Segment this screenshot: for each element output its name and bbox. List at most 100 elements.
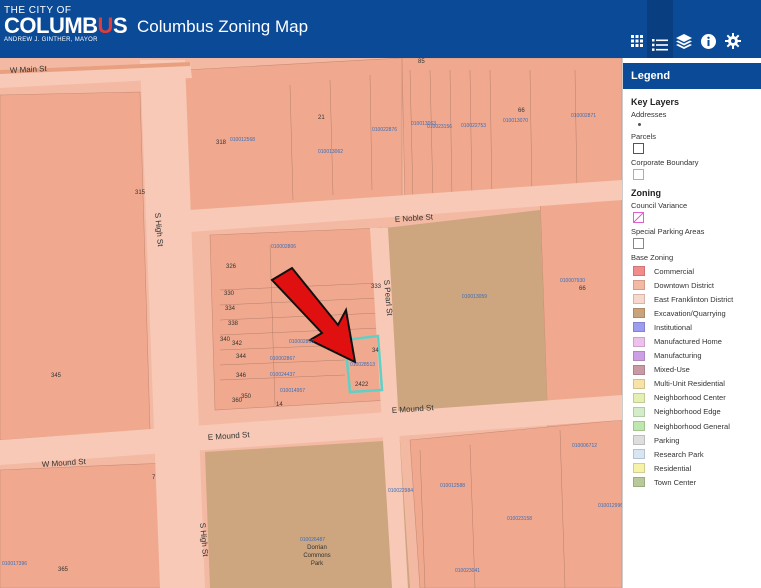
legend-swatch	[633, 477, 645, 488]
legend-item: Downtown District	[631, 278, 761, 292]
svg-text:010013062: 010013062	[318, 149, 343, 155]
map-canvas[interactable]: W Main St E Noble St S High St S Pearl S…	[0, 58, 622, 588]
legend-swatch	[633, 336, 645, 347]
svg-text:010023041: 010023041	[455, 568, 480, 574]
legend-item: Multi-Unit Residential	[631, 377, 761, 391]
svg-text:010002866: 010002866	[289, 339, 314, 345]
svg-text:350: 350	[241, 394, 252, 400]
svg-text:2422: 2422	[355, 382, 369, 388]
svg-text:85: 85	[418, 59, 425, 65]
legend-item: Neighborhood Center	[631, 391, 761, 405]
park-label-line-1: Dorrian	[307, 545, 327, 551]
legend-panel: Legend Key Layers Addresses Parcels Corp…	[622, 58, 761, 588]
legend-addresses-label: Addresses	[631, 110, 667, 119]
legend-council-variance-label: Council Variance	[631, 201, 688, 210]
svg-text:330: 330	[224, 291, 235, 297]
svg-text:010007930: 010007930	[560, 278, 585, 284]
svg-text:315: 315	[135, 190, 146, 196]
svg-text:010013059: 010013059	[462, 294, 487, 300]
svg-text:010026487: 010026487	[300, 537, 325, 543]
svg-text:010024437: 010024437	[270, 372, 295, 378]
legend-item-label: Residential	[654, 463, 692, 473]
svg-text:010017396: 010017396	[2, 561, 27, 567]
page-title: Columbus Zoning Map	[137, 17, 309, 36]
svg-text:21: 21	[318, 115, 325, 121]
legend-item: Research Park	[631, 447, 761, 461]
base-zoning-list: Commercial Downtown District East Franklin…	[631, 264, 761, 490]
svg-text:344: 344	[236, 354, 247, 360]
legend-swatch	[633, 406, 645, 417]
legend-item-label: Town Center	[654, 477, 697, 487]
svg-text:010023156: 010023156	[427, 124, 452, 130]
app-header: THE CITY OF COLUMBUS ANDREW J. GINTHER, …	[0, 0, 761, 58]
svg-text:34: 34	[372, 348, 379, 354]
legend-item: Residential	[631, 461, 761, 475]
legend-swatch	[633, 308, 645, 319]
svg-text:66: 66	[518, 108, 525, 114]
special-parking-icon	[633, 238, 644, 249]
svg-text:010012568: 010012568	[230, 137, 255, 143]
legend-item: Excavation/Quarrying	[631, 306, 761, 320]
legend-swatch	[633, 280, 645, 291]
legend-item: Parking	[631, 433, 761, 447]
svg-text:010014957: 010014957	[280, 388, 305, 394]
legend-item: Manufacturing	[631, 349, 761, 363]
legend-key-layers-heading: Key Layers	[631, 97, 680, 107]
legend-item-label: Institutional	[654, 322, 692, 332]
zoning-map[interactable]: W Main St E Noble St S High St S Pearl S…	[0, 58, 622, 588]
legend-swatch	[633, 350, 645, 361]
svg-text:66: 66	[579, 286, 586, 292]
svg-text:010022753: 010022753	[461, 123, 486, 129]
svg-text:340: 340	[220, 337, 231, 343]
layers-button[interactable]	[671, 27, 697, 55]
svg-text:326: 326	[226, 264, 237, 270]
legend-special-parking-label: Special Parking Areas	[631, 227, 705, 236]
legend-item-label: Manufacturing	[654, 351, 702, 361]
legend-list-icon	[652, 39, 668, 51]
zoning-area-excavation-south[interactable]	[205, 440, 410, 588]
legend-swatch	[633, 449, 645, 460]
parcel-symbol-icon	[633, 143, 644, 154]
legend-item-label: Neighborhood Edge	[654, 407, 721, 417]
logo-main-text: COLUMBUS	[4, 13, 128, 38]
legend-swatch	[633, 421, 645, 432]
legend-item: Town Center	[631, 475, 761, 489]
svg-text:338: 338	[228, 321, 239, 327]
layers-icon	[676, 33, 692, 49]
svg-text:010006712: 010006712	[572, 443, 597, 449]
legend-base-zoning-label: Base Zoning	[631, 253, 674, 262]
council-variance-icon	[633, 212, 644, 223]
settings-button[interactable]	[720, 27, 746, 55]
legend-parcels-label: Parcels	[631, 132, 657, 141]
legend-item-label: East Franklinton District	[654, 294, 734, 304]
svg-text:010002867: 010002867	[270, 356, 295, 362]
legend-item-label: Manufactured Home	[654, 337, 722, 347]
info-icon	[700, 33, 716, 49]
svg-text:345: 345	[51, 373, 62, 379]
legend-item-label: Multi-Unit Residential	[654, 379, 725, 389]
corporate-boundary-icon	[633, 169, 644, 180]
legend-title: Legend	[623, 63, 761, 89]
park-label-line-2: Commons	[303, 553, 330, 559]
svg-text:010012588: 010012588	[440, 483, 465, 489]
legend-item: Institutional	[631, 320, 761, 334]
svg-text:14: 14	[276, 402, 283, 408]
svg-text:334: 334	[225, 306, 236, 312]
svg-text:010023158: 010023158	[507, 516, 532, 522]
info-button[interactable]	[695, 27, 721, 55]
legend-swatch	[633, 435, 645, 446]
svg-text:318: 318	[216, 140, 227, 146]
svg-text:010013070: 010013070	[503, 118, 528, 124]
svg-text:010002806: 010002806	[271, 244, 296, 250]
city-logo[interactable]: THE CITY OF COLUMBUS ANDREW J. GINTHER, …	[4, 6, 128, 44]
legend-button[interactable]	[647, 0, 673, 58]
svg-text:365: 365	[58, 567, 69, 573]
zoning-area-excavation-north[interactable]	[385, 210, 548, 435]
legend-swatch	[633, 294, 645, 305]
svg-text:010012996: 010012996	[598, 503, 622, 509]
legend-item-label: Commercial	[654, 266, 695, 276]
legend-zoning-heading: Zoning	[631, 188, 661, 198]
legend-item-label: Mixed-Use	[654, 365, 690, 375]
gear-icon	[725, 33, 741, 49]
svg-text:010022984: 010022984	[388, 488, 413, 494]
